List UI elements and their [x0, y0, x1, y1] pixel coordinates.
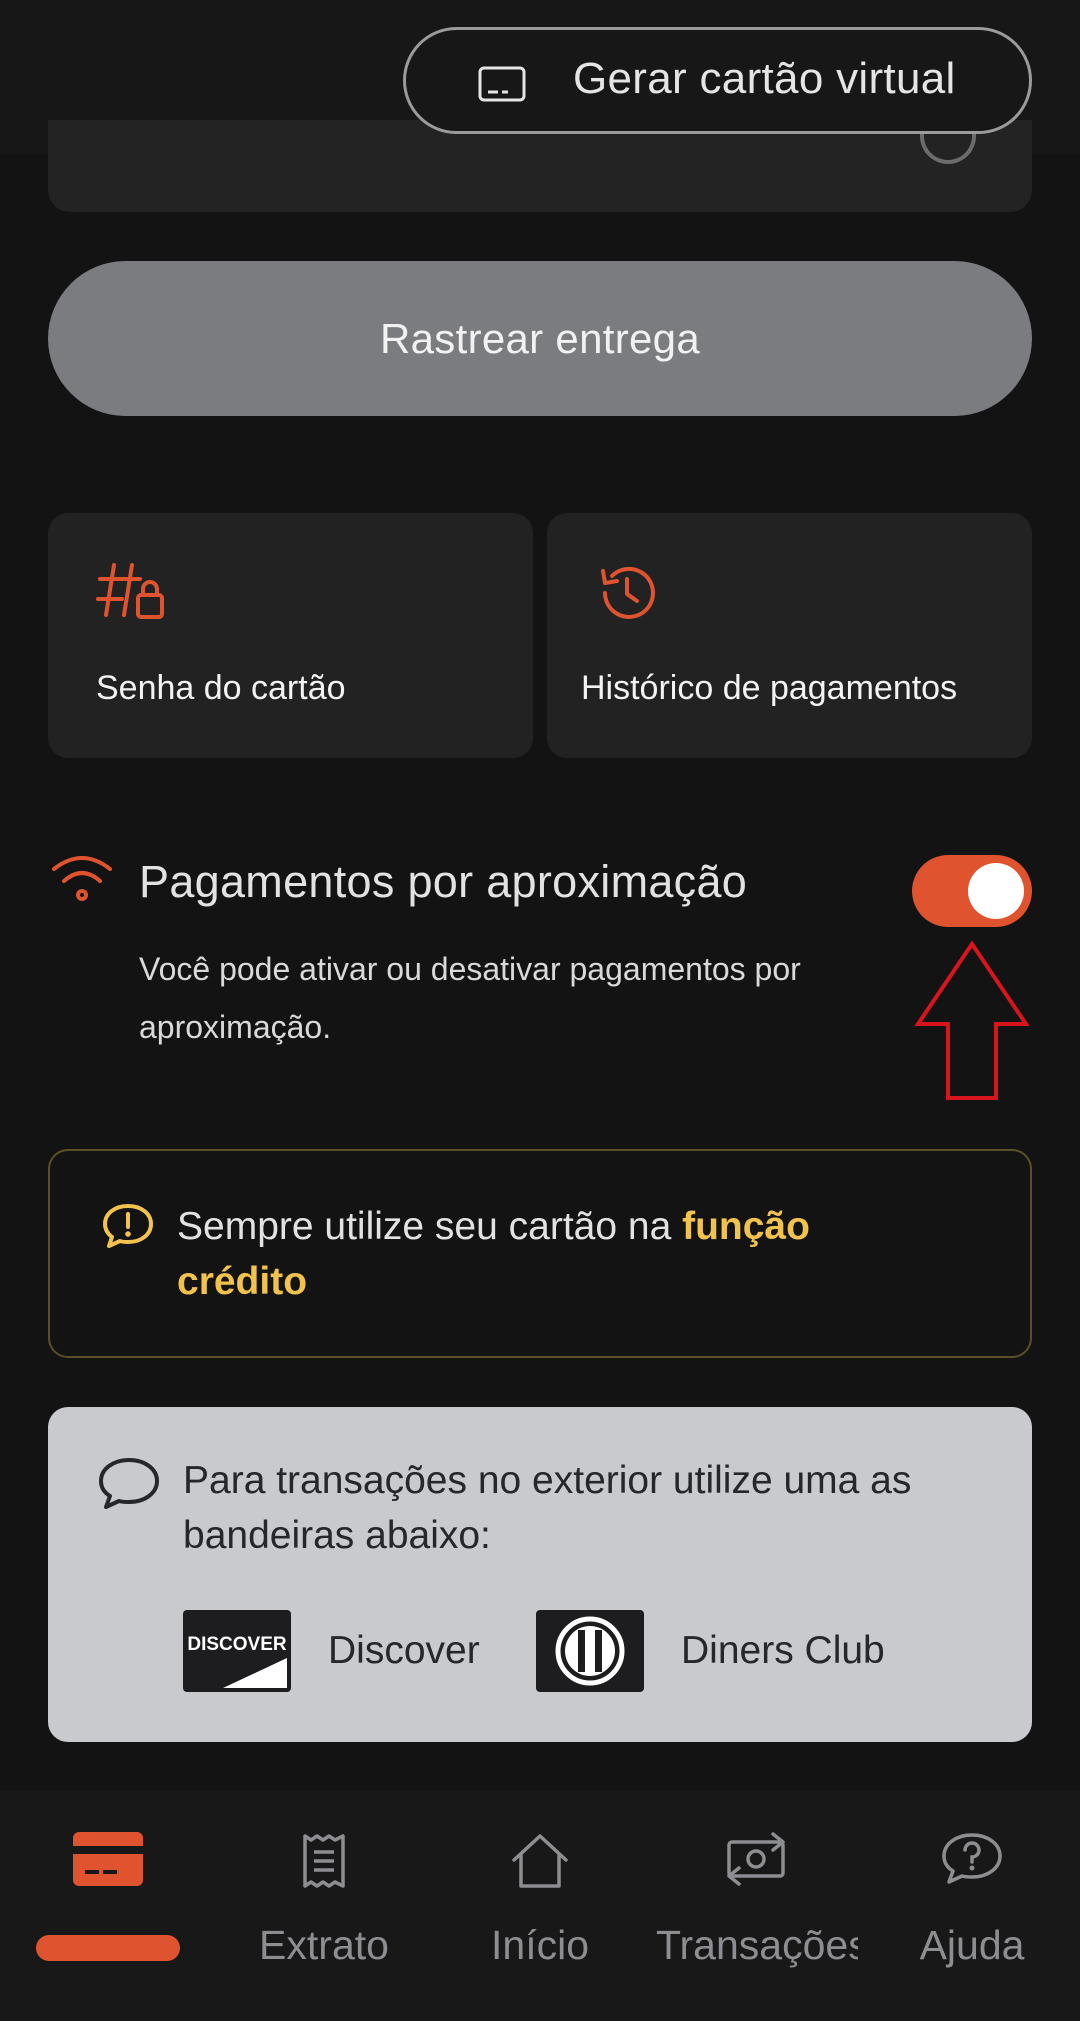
- home-icon: [509, 1832, 571, 1895]
- discover-logo-text: DISCOVER: [187, 1634, 287, 1655]
- international-text: Para transações no exterior utilize uma …: [183, 1459, 912, 1557]
- diners-club-label: Diners Club: [681, 1629, 885, 1672]
- alert-bubble-icon: [102, 1203, 154, 1254]
- generate-virtual-card-label: Gerar cartão virtual: [573, 54, 956, 103]
- contactless-wifi-icon: [50, 853, 114, 908]
- hash-lock-icon: [96, 561, 166, 626]
- track-delivery-button[interactable]: Rastrear entrega: [48, 261, 1032, 416]
- contactless-description: Você pode ativar ou desativar pagamentos…: [139, 951, 801, 1045]
- nav-item-transactions[interactable]: Transações: [648, 1790, 864, 2021]
- card-icon: [73, 1832, 143, 1891]
- nav-label-home: Início: [491, 1922, 589, 1968]
- nav-label-statement: Extrato: [259, 1922, 389, 1968]
- money-transfer-icon: [721, 1832, 791, 1891]
- payment-history-tile[interactable]: Histórico de pagamentos: [547, 513, 1032, 758]
- notice-text: Sempre utilize seu cartão na função créd…: [177, 1205, 810, 1303]
- payment-history-label: Histórico de pagamentos: [581, 669, 958, 707]
- nav-item-statement[interactable]: Extrato: [216, 1790, 432, 2021]
- discover-label: Discover: [328, 1629, 480, 1672]
- contactless-toggle[interactable]: [912, 855, 1032, 927]
- toggle-knob: [968, 863, 1024, 919]
- card-password-label: Senha do cartão: [96, 669, 346, 707]
- nav-label-help: Ajuda: [919, 1922, 1025, 1968]
- help-bubble-icon: [941, 1832, 1003, 1893]
- history-icon: [595, 561, 659, 630]
- card-outline-icon: [478, 66, 526, 107]
- international-brands-panel: Para transações no exterior utilize uma …: [48, 1407, 1032, 1742]
- credit-function-notice: Sempre utilize seu cartão na função créd…: [48, 1149, 1032, 1358]
- generate-virtual-card-button[interactable]: Gerar cartão virtual: [403, 27, 1032, 134]
- nav-item-cards[interactable]: [0, 1790, 216, 2021]
- bottom-navigation: Extrato Início Transações Ajuda: [0, 1790, 1080, 2021]
- up-arrow-annotation-icon: [912, 940, 1032, 1107]
- contactless-title: Pagamentos por aproximação: [139, 856, 748, 907]
- nav-label-transactions: Transações: [656, 1922, 858, 1968]
- diners-club-logo: [536, 1610, 644, 1692]
- discover-logo: DISCOVER: [183, 1610, 291, 1692]
- nav-item-help[interactable]: Ajuda: [864, 1790, 1080, 2021]
- card-password-tile[interactable]: Senha do cartão: [48, 513, 533, 758]
- receipt-icon: [301, 1832, 347, 1895]
- chat-bubble-icon: [98, 1457, 160, 1516]
- nav-item-home[interactable]: Início: [432, 1790, 648, 2021]
- nav-active-indicator: [36, 1935, 180, 1961]
